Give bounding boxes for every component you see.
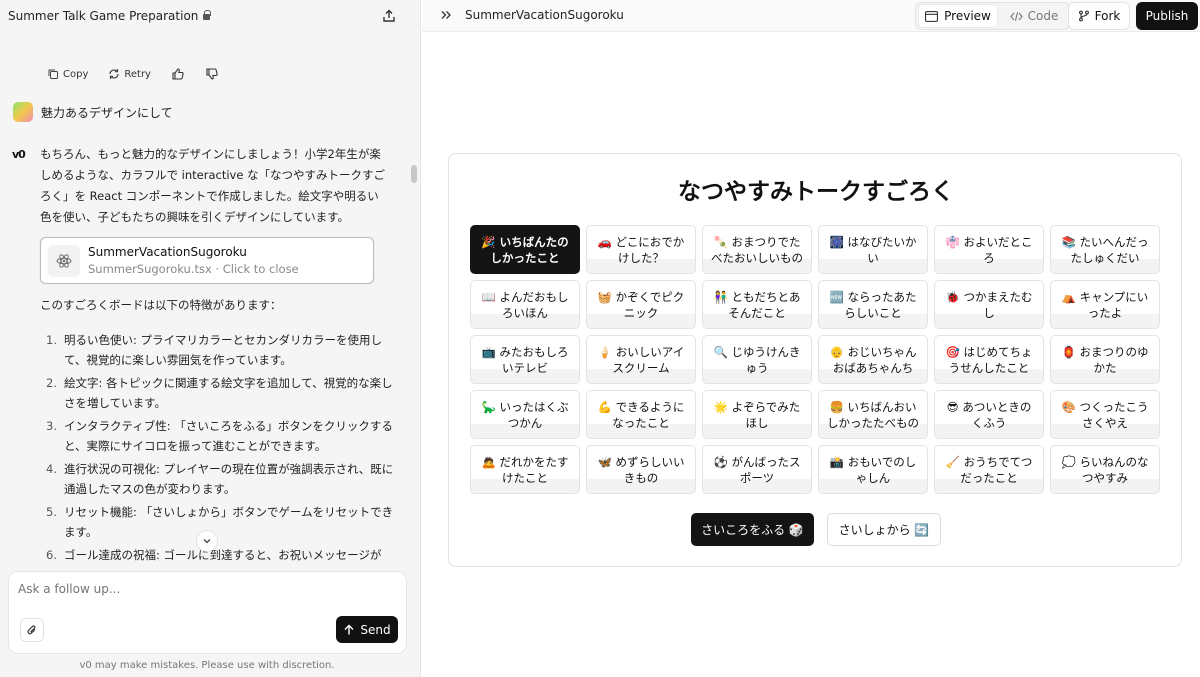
board-cell: 🆕 ならったあたらしいこと — [818, 280, 928, 329]
board-cell-current: 🎉 いちばんたのしかったこと — [470, 225, 580, 274]
copy-button[interactable]: Copy — [40, 65, 95, 83]
file-card-subtitle: SummerSugoroku.tsx · Click to close — [88, 262, 299, 276]
board-title: なつやすみトークすごろく — [678, 179, 954, 205]
board-cell: 📖 よんだおもしろいほん — [470, 280, 580, 329]
view-toggle: Preview Code — [915, 2, 1070, 30]
assistant-message: もちろん、もっと魅力的なデザインにしましょう！小学2年生が楽しめるような、カラフ… — [40, 147, 386, 224]
list-item: 1. 明るい色使い: プライマリカラーとセカンダリカラーを使用して、視覚的に楽しい… — [46, 333, 383, 367]
lock-icon — [203, 10, 212, 20]
fork-icon — [1078, 10, 1089, 22]
scrollbar-thumb[interactable] — [411, 165, 417, 183]
retry-icon — [109, 69, 119, 79]
board-cell: 📺 みたおもしろいテレビ — [470, 335, 580, 384]
file-card-name: SummerVacationSugoroku — [88, 245, 247, 259]
thumbs-up-icon — [172, 68, 184, 80]
composer: Send — [8, 571, 407, 654]
list-item: 6. ゴール達成の祝福: ゴールに到達すると、お祝いメッセージが — [46, 548, 382, 562]
chevron-down-icon — [203, 539, 211, 544]
sugoroku-board: なつやすみトークすごろく 🎉 いちばんたのしかったこと 🚗 どこにおでかけした？ 🍡… — [448, 153, 1182, 567]
tab-preview-label: Preview — [944, 9, 991, 23]
list-item: 5. リセット機能: 「さいしょから」ボタンでゲームをリセットできます。 — [46, 505, 394, 539]
attach-button[interactable] — [20, 618, 44, 642]
publish-button[interactable]: Publish — [1136, 2, 1198, 30]
chat-scroll-area[interactable]: Copy Retry 魅力あるデザインにして v0 もちろん、もっと魅力的なデザ… — [0, 44, 410, 569]
window-icon — [925, 10, 939, 22]
message-actions: Copy Retry — [40, 64, 226, 84]
board-cell: 🙇 だれかをたすけたこと — [470, 445, 580, 494]
board-grid: 🎉 いちばんたのしかったこと 🚗 どこにおでかけした？ 🍡 おまつりでたべたおいしい… — [470, 225, 1162, 494]
tab-code[interactable]: Code — [1002, 5, 1066, 27]
preview-topbar: SummerVacationSugoroku Preview Code Fork… — [422, 0, 1200, 32]
reset-button[interactable]: さいしょから 🔄 — [827, 513, 941, 546]
copy-icon — [48, 69, 58, 79]
double-chevron-right-icon — [441, 11, 451, 19]
user-message-text: 魅力あるデザインにして — [41, 105, 173, 120]
board-cell: 🎆 はなびたいかい — [818, 225, 928, 274]
chat-header: Summer Talk Game Preparation — [0, 0, 420, 32]
tab-preview[interactable]: Preview — [919, 5, 997, 27]
user-message: 魅力あるデザインにして — [13, 102, 173, 122]
thumbs-down-button[interactable] — [198, 64, 226, 84]
share-icon — [383, 9, 395, 22]
board-cell: 🎨 つくったこうさくやえ — [1050, 390, 1160, 439]
follow-up-input[interactable] — [18, 582, 388, 596]
tab-code-label: Code — [1027, 9, 1059, 23]
board-cell: 👘 およいだところ — [934, 225, 1044, 274]
board-cell: 🍔 いちばんおいしかったたべもの — [818, 390, 928, 439]
board-cell: 🦕 いったはくぶつかん — [470, 390, 580, 439]
board-cell: 👫 ともだちとあそんだこと — [702, 280, 812, 329]
retry-label: Retry — [124, 68, 151, 80]
send-label: Send — [360, 622, 391, 637]
features-list: 1. 明るい色使い: プライマリカラーとセカンダリカラーを使用して、視覚的に楽しい… — [40, 330, 395, 568]
user-avatar — [13, 102, 33, 122]
board-cell: 🚗 どこにおでかけした？ — [586, 225, 696, 274]
board-cell: 😎 あついときのくふう — [934, 390, 1044, 439]
file-card[interactable]: SummerVacationSugoroku SummerSugoroku.ts… — [40, 237, 374, 284]
board-cell: 🦋 めずらしいいきもの — [586, 445, 696, 494]
board-cell: 🧺 かぞくでピクニック — [586, 280, 696, 329]
roll-dice-button[interactable]: さいころをふる 🎲 — [691, 513, 814, 546]
list-item: 2. 絵文字: 各トピックに関連する絵文字を追加して、視覚的な楽しさを増しています… — [46, 376, 393, 410]
send-button[interactable]: Send — [336, 616, 398, 643]
chat-title: Summer Talk Game Preparation — [8, 9, 199, 23]
scroll-down-button[interactable] — [196, 530, 218, 552]
board-cell: 🐞 つかまえたむし — [934, 280, 1044, 329]
retry-button[interactable]: Retry — [101, 65, 158, 83]
board-cell: 🏮 おまつりのゆかた — [1050, 335, 1160, 384]
board-cell: 🔍 じゆうけんきゅう — [702, 335, 812, 384]
features-intro: このすごろくボードは以下の特徴があります： — [40, 298, 282, 312]
arrow-up-icon — [344, 624, 354, 634]
fork-button[interactable]: Fork — [1068, 2, 1130, 30]
react-icon — [48, 245, 80, 277]
board-cell: 👴 おじいちゃんおばあちゃんち — [818, 335, 928, 384]
board-cell: 💪 できるようになったこと — [586, 390, 696, 439]
board-cell: 🍦 おいしいアイスクリーム — [586, 335, 696, 384]
chat-panel: Summer Talk Game Preparation Copy Retry … — [0, 0, 421, 677]
fork-label: Fork — [1094, 9, 1121, 23]
board-cell: 🎯 はじめてちょうせんしたこと — [934, 335, 1044, 384]
thumbs-down-icon — [206, 68, 218, 80]
preview-title: SummerVacationSugoroku — [465, 8, 624, 22]
list-item: 3. インタラクティブ性: 「さいころをふる」ボタンをクリックすると、実際にサイコ… — [46, 419, 393, 453]
board-cell: ⛺ キャンプにいったよ — [1050, 280, 1160, 329]
thumbs-up-button[interactable] — [164, 64, 192, 84]
board-cell: 🌟 よぞらでみたほし — [702, 390, 812, 439]
copy-label: Copy — [63, 68, 89, 80]
v0-logo-icon: v0 — [12, 148, 26, 161]
board-cell: 💭 らいねんのなつやすみ — [1050, 445, 1160, 494]
list-item: 4. 進行状況の可視化: プレイヤーの現在位置が強調表示され、既に通過したマスの色… — [46, 462, 394, 496]
chat-scrollbar[interactable] — [411, 40, 417, 570]
collapse-sidebar-button[interactable] — [440, 9, 452, 24]
board-cell: 📸 おもいでのしゃしん — [818, 445, 928, 494]
disclaimer: v0 may make mistakes. Please use with di… — [79, 660, 335, 671]
paperclip-icon — [27, 625, 36, 635]
board-cell: ⚽ がんばったスポーツ — [702, 445, 812, 494]
board-cell: 📚 たいへんだったしゅくだい — [1050, 225, 1160, 274]
code-icon — [1009, 11, 1023, 21]
share-button[interactable] — [380, 7, 398, 25]
board-cell: 🍡 おまつりでたべたおいしいもの — [702, 225, 812, 274]
board-cell: 🧹 おうちでてつだったこと — [934, 445, 1044, 494]
